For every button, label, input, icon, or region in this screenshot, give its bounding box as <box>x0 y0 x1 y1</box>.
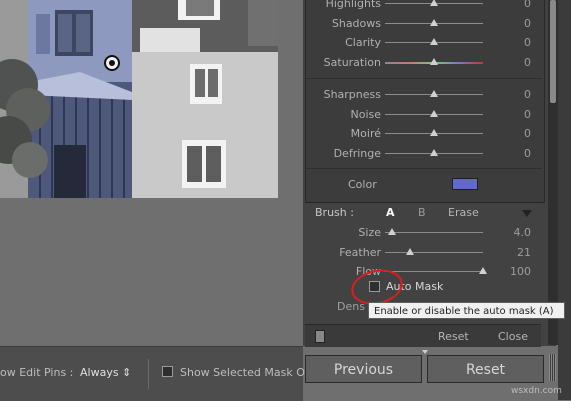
slider-label: Shadows <box>331 16 381 30</box>
brush-header: Brush : A B Erase <box>305 206 543 220</box>
slider-knob[interactable] <box>405 247 414 255</box>
panel-footer: Reset Close <box>305 324 541 347</box>
slider-value[interactable]: 4.0 <box>501 226 532 239</box>
slider-row-feather[interactable]: Feather 21 <box>305 246 545 260</box>
slider-value[interactable]: 0 <box>501 127 531 140</box>
slider-knob[interactable] <box>430 129 438 136</box>
panel-scrollbar[interactable] <box>548 0 558 345</box>
panel-close-button[interactable]: Close <box>498 330 528 343</box>
slider-label: Clarity <box>345 36 381 49</box>
right-edge-strip <box>558 0 571 400</box>
slider-row-noise[interactable]: Noise 0 <box>305 108 545 122</box>
density-label: Dens <box>337 300 365 313</box>
slider-value[interactable]: 0 <box>501 147 531 160</box>
edit-pins-select[interactable]: Always ⇕ <box>80 366 131 379</box>
color-label: Color <box>348 178 377 191</box>
toolbar-divider <box>148 359 149 389</box>
previous-button[interactable]: Previous <box>305 355 422 383</box>
slider-value[interactable]: 100 <box>501 265 531 278</box>
slider-row-size[interactable]: Size 4.0 <box>305 226 545 240</box>
slider-row-shadows[interactable]: Shadows 0 <box>305 17 545 31</box>
slider-value[interactable]: 0 <box>501 88 531 101</box>
slider-knob[interactable] <box>387 228 396 235</box>
slider-knob[interactable] <box>479 267 487 274</box>
photo-preview[interactable] <box>0 0 278 198</box>
building-photo <box>0 0 278 198</box>
scrollbar-thumb[interactable] <box>550 0 556 103</box>
resize-grip-icon[interactable] <box>549 354 556 381</box>
bottom-toolbar: ow Edit Pins : Always ⇕ Show Selected Ma… <box>0 346 305 401</box>
slider-row-flow[interactable]: Flow 100 <box>305 265 545 279</box>
edit-pins-label: ow Edit Pins : <box>0 366 74 379</box>
slider-knob[interactable] <box>430 109 438 117</box>
slider-value[interactable]: 21 <box>501 246 531 259</box>
slider-track[interactable] <box>385 232 483 233</box>
reset-button[interactable]: Reset <box>427 355 544 383</box>
collapse-triangle-icon[interactable] <box>522 210 532 217</box>
slider-row-highlights[interactable]: Highlights 0 <box>305 0 545 11</box>
adjustment-brush-panel <box>303 0 556 346</box>
slider-value[interactable]: 0 <box>501 56 531 69</box>
slider-value[interactable]: 0 <box>501 36 531 49</box>
color-swatch[interactable] <box>452 178 478 190</box>
slider-knob[interactable] <box>430 57 438 65</box>
auto-mask-tooltip: Enable or disable the auto mask (A) <box>368 302 565 319</box>
slider-value[interactable]: 0 <box>501 108 531 121</box>
slider-label: Size <box>358 226 381 239</box>
show-mask-checkbox[interactable] <box>162 366 173 377</box>
slider-value[interactable]: 0 <box>501 0 531 10</box>
slider-knob[interactable] <box>430 18 438 26</box>
slider-label: Noise <box>350 107 381 121</box>
slider-track[interactable] <box>385 251 483 253</box>
slider-label: Moiré <box>350 127 381 140</box>
slider-label: Saturation <box>323 55 381 69</box>
slider-knob[interactable] <box>430 0 438 6</box>
brush-label: Brush : <box>315 206 354 219</box>
slider-knob[interactable] <box>430 90 438 97</box>
brush-divider <box>306 202 542 203</box>
panel-power-switch-icon[interactable] <box>315 330 325 343</box>
slider-label: Defringe <box>333 146 381 160</box>
section-divider <box>306 78 542 79</box>
edit-pins-value: Always <box>80 366 119 379</box>
slider-label: Sharpness <box>323 88 381 101</box>
brush-erase-tab[interactable]: Erase <box>448 206 479 219</box>
slider-row-clarity[interactable]: Clarity 0 <box>305 36 545 50</box>
slider-label: Feather <box>339 245 381 259</box>
panel-reset-button[interactable]: Reset <box>438 330 469 343</box>
slider-row-defringe[interactable]: Defringe 0 <box>305 147 545 161</box>
slider-knob[interactable] <box>430 148 438 156</box>
show-mask-label: Show Selected Mask O <box>180 366 305 379</box>
slider-value[interactable]: 0 <box>501 17 531 30</box>
slider-track[interactable] <box>385 271 483 272</box>
image-canvas[interactable] <box>0 0 303 345</box>
bottom-panel-arrow-icon[interactable] <box>422 350 428 354</box>
slider-row-moir-[interactable]: Moiré 0 <box>305 127 545 141</box>
section-divider <box>306 168 542 169</box>
slider-row-sharpness[interactable]: Sharpness 0 <box>305 88 545 102</box>
brush-a-tab[interactable]: A <box>386 206 395 219</box>
slider-knob[interactable] <box>430 38 438 45</box>
slider-label: Highlights <box>325 0 381 10</box>
watermark: wsxdn.com <box>511 386 562 396</box>
select-arrows-icon: ⇕ <box>122 366 132 379</box>
slider-row-saturation[interactable]: Saturation 0 <box>305 56 545 70</box>
brush-b-tab[interactable]: B <box>418 206 426 219</box>
